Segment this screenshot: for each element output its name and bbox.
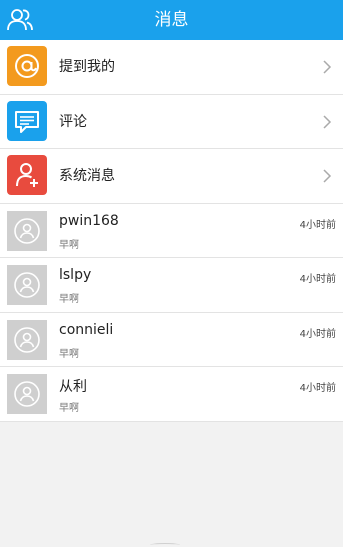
menu-item-label: 提到我的 [59, 59, 115, 75]
chevron-right-icon [323, 60, 332, 74]
menu-item-label: 评论 [59, 113, 87, 130]
conversation-item[interactable]: 从利 早啊 4小时前 [0, 367, 343, 422]
conversation-name: pwin168 [59, 212, 119, 229]
avatar [7, 265, 47, 305]
conversation-item[interactable]: lslpy 早啊 4小时前 [0, 258, 343, 313]
conversation-name: connieli [59, 321, 114, 338]
page-title: 消息 [154, 10, 189, 30]
conversation-preview: 早啊 [59, 403, 79, 414]
default-avatar-icon [14, 381, 40, 407]
menu-item-system-messages[interactable]: 系统消息 [0, 149, 343, 204]
top-bar: 消息 [0, 0, 343, 40]
person-add-icon [7, 155, 47, 195]
conversation-time: 4小时前 [299, 219, 336, 231]
conversation-time: 4小时前 [299, 328, 336, 340]
chevron-right-icon [323, 114, 332, 129]
conversation-name: lslpy [59, 267, 92, 283]
default-avatar-icon [14, 272, 40, 298]
chevron-right-icon [323, 169, 332, 183]
conversation-item[interactable]: pwin168 早啊 4小时前 [0, 204, 343, 258]
avatar [7, 374, 47, 414]
conversation-preview: 早啊 [59, 348, 79, 360]
at-icon [7, 46, 47, 86]
menu-item-label: 系统消息 [59, 168, 115, 184]
conversation-preview: 早啊 [59, 294, 79, 305]
conversation-item[interactable]: connieli 早啊 4小时前 [0, 313, 343, 367]
comment-icon [7, 100, 47, 141]
avatar [7, 210, 47, 251]
default-avatar-icon [14, 326, 40, 353]
bottom-edge-hint [150, 543, 180, 547]
menu-item-comments[interactable]: 评论 [0, 95, 343, 149]
conversation-name: 从利 [59, 379, 87, 395]
conversation-time: 4小时前 [299, 274, 336, 285]
avatar [7, 319, 47, 360]
message-list: 提到我的 评论 系统消息 pwin168 早啊 4小时前 lslpy 早啊 4小… [0, 40, 343, 422]
menu-item-mentions[interactable]: 提到我的 [0, 40, 343, 95]
default-avatar-icon [14, 217, 40, 244]
conversation-time: 4小时前 [299, 383, 336, 394]
conversation-preview: 早啊 [59, 239, 79, 251]
